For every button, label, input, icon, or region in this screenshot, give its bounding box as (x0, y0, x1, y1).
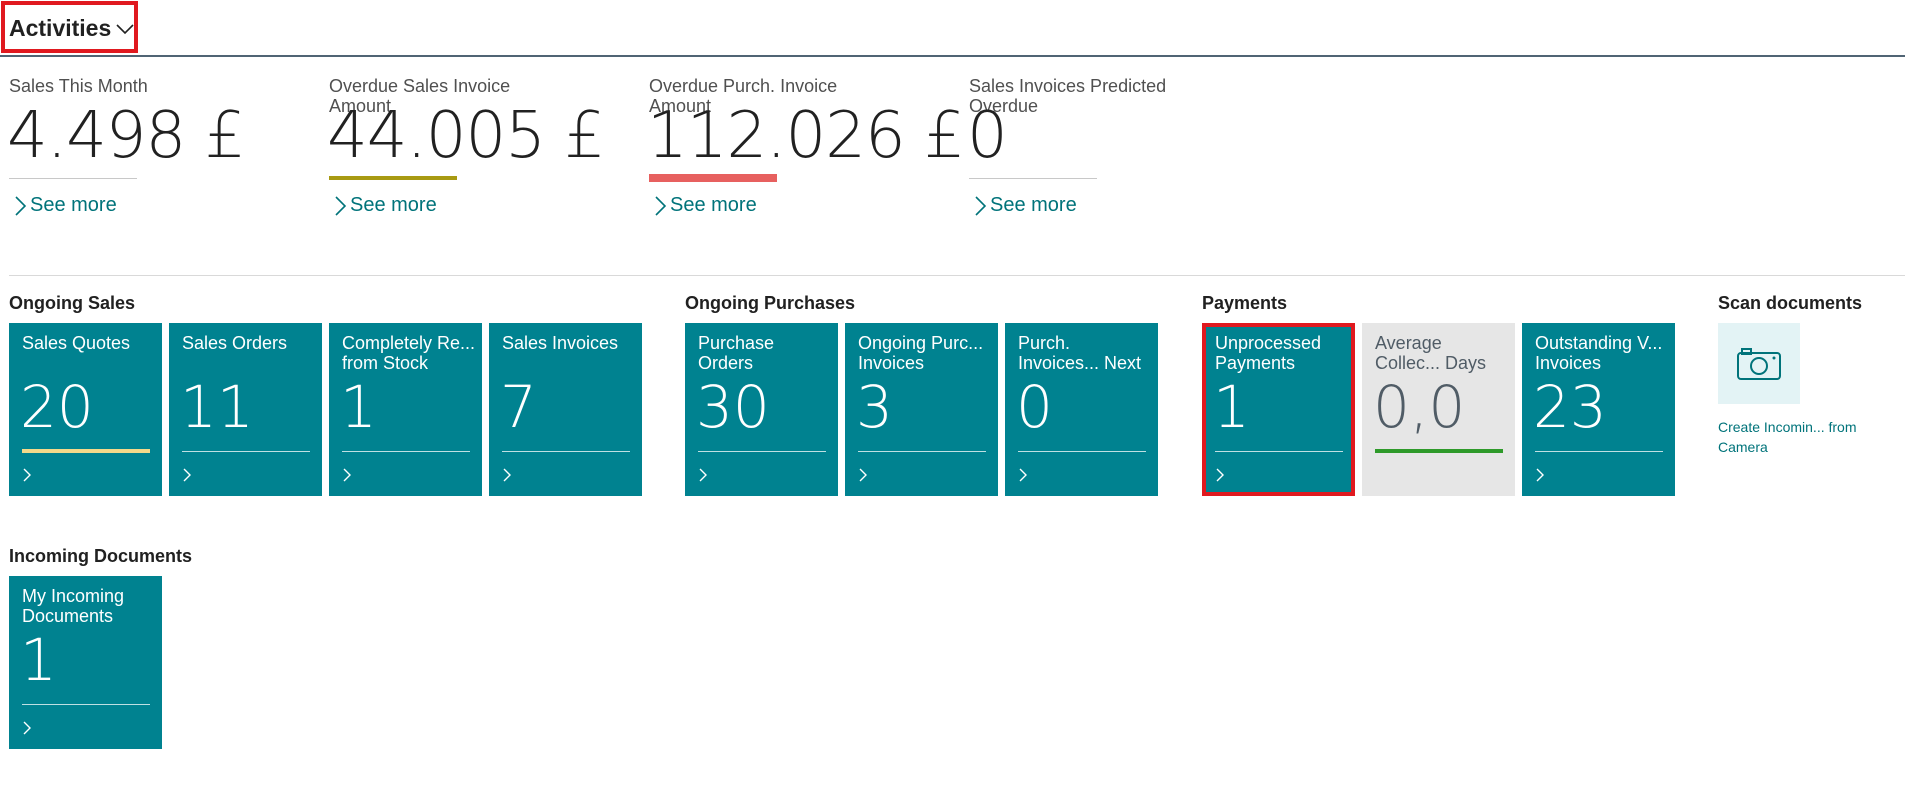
tile-sales-orders[interactable]: Sales Orders 11 (169, 323, 322, 496)
kpi-overdue-sales-invoice-amount: Overdue Sales Invoice Amount 44.005 £ Se… (327, 76, 629, 216)
chevron-right-icon (859, 468, 867, 482)
chevron-right-icon (503, 468, 511, 482)
group-title-ongoing-purchases: Ongoing Purchases (685, 293, 856, 313)
see-more-link[interactable]: See more (333, 194, 437, 217)
tile-label: Completely Re... from Stock (342, 333, 476, 373)
kpi-value: 44.005 £ (327, 99, 605, 173)
group-title-ongoing-sales: Ongoing Sales (9, 293, 136, 313)
tile-divider (342, 451, 470, 452)
see-more-link[interactable]: See more (13, 194, 117, 217)
group-title-incoming-documents: Incoming Documents (9, 546, 193, 566)
activities-header[interactable]: Activities (9, 15, 135, 42)
tile-label: Sales Invoices (502, 333, 619, 353)
kpi-sales-invoices-predicted-overdue: Sales Invoices Predicted Overdue 0 See m… (967, 76, 1269, 216)
kpi-indicator-bar (969, 178, 1097, 179)
tile-divider (22, 704, 150, 705)
chevron-down-icon (116, 23, 134, 34)
chevron-right-icon (183, 468, 191, 482)
tile-value: 7 (500, 373, 537, 441)
tile-indicator-bar (1375, 449, 1503, 453)
tile-value: 1 (20, 626, 57, 694)
tile-divider (858, 451, 986, 452)
chevron-right-icon (975, 195, 987, 216)
tile-label: Ongoing Purc... Invoices (858, 333, 984, 373)
kpi-overdue-purch-invoice-amount: Overdue Purch. Invoice Amount 112.026 £ … (647, 76, 965, 216)
tile-divider (1535, 451, 1663, 452)
tile-purchase-orders[interactable]: Purchase Orders 30 (685, 323, 838, 496)
create-incoming-from-camera-link[interactable]: Create Incomin... from Camera (1718, 417, 1858, 457)
kpi-indicator-bar (329, 176, 457, 180)
tile-value: 23 (1533, 373, 1607, 441)
kpi-value: 112.026 £ (647, 99, 965, 173)
kpi-indicator-bar (9, 178, 137, 179)
kpi-value: 4.498 £ (7, 99, 245, 173)
tile-highlight (1202, 323, 1355, 496)
see-more-link[interactable]: See more (973, 194, 1077, 217)
tile-value: 20 (20, 373, 94, 441)
camera-icon (1737, 347, 1781, 380)
tile-purch-invoices-next-week[interactable]: Purch. Invoices... Next Week 0 (1005, 323, 1158, 496)
chevron-right-icon (335, 195, 347, 216)
kpi-sales-this-month: Sales This Month 4.498 £ See more (7, 76, 309, 216)
tile-label: My Incoming Documents (22, 586, 125, 626)
group-title-payments: Payments (1202, 293, 1288, 313)
chevron-right-icon (15, 195, 27, 216)
tile-indicator-bar (22, 449, 150, 453)
tile-sales-quotes[interactable]: Sales Quotes 20 (9, 323, 162, 496)
tile-label: Purchase Orders (698, 333, 775, 373)
tile-outstanding-vendor-invoices[interactable]: Outstanding V... Invoices 23 (1522, 323, 1675, 496)
section-divider (9, 275, 1905, 276)
tile-divider (1018, 451, 1146, 452)
tile-label: Purch. Invoices... Next Week (1018, 333, 1142, 373)
tile-label: Outstanding V... Invoices (1535, 333, 1663, 373)
group-title-scan-documents: Scan documents (1718, 293, 1863, 313)
chevron-right-icon (1019, 468, 1027, 482)
tile-value: 1 (340, 373, 377, 441)
chevron-right-icon (655, 195, 667, 216)
tile-completely-reserved-from-stock[interactable]: Completely Re... from Stock 1 (329, 323, 482, 496)
see-more-link[interactable]: See more (653, 194, 757, 217)
chevron-right-icon (23, 468, 31, 482)
tile-label: Sales Orders (182, 333, 288, 353)
kpi-indicator-bar (649, 174, 777, 182)
tile-label: Sales Quotes (22, 333, 131, 353)
tile-divider (182, 451, 310, 452)
tile-value: 0,0 (1373, 373, 1466, 441)
kpi-value: 0 (967, 99, 1008, 173)
activities-title: Activities (9, 15, 112, 41)
camera-button[interactable] (1718, 323, 1800, 404)
tile-value: 11 (180, 373, 254, 441)
tile-average-collection-days[interactable]: Average Collec... Days 0,0 (1362, 323, 1515, 496)
chevron-right-icon (343, 468, 351, 482)
tile-value: 3 (856, 373, 893, 441)
chevron-right-icon (1536, 468, 1544, 482)
chevron-right-icon (699, 468, 707, 482)
tile-my-incoming-documents[interactable]: My Incoming Documents 1 (9, 576, 162, 749)
tile-value: 0 (1016, 373, 1053, 441)
tile-divider (502, 451, 630, 452)
tile-sales-invoices[interactable]: Sales Invoices 7 (489, 323, 642, 496)
header-divider (0, 55, 1905, 57)
tile-label: Average Collec... Days (1375, 333, 1487, 373)
tile-divider (698, 451, 826, 452)
tile-value: 30 (696, 373, 770, 441)
chevron-right-icon (23, 721, 31, 735)
tile-ongoing-purchase-invoices[interactable]: Ongoing Purc... Invoices 3 (845, 323, 998, 496)
